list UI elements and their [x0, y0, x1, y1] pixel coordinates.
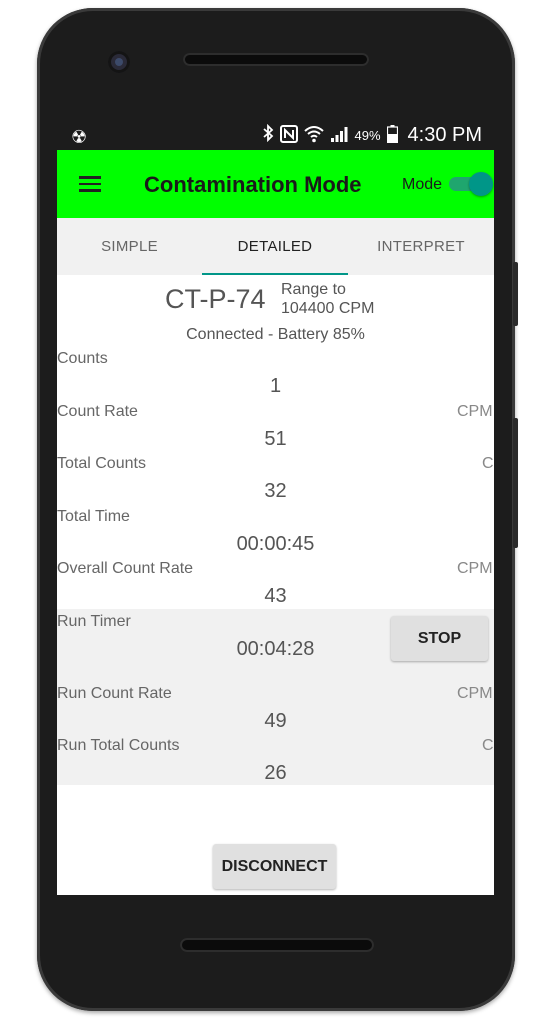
front-camera — [108, 51, 130, 73]
counts-value: 1 — [269, 375, 282, 397]
count-rate-value: 51 — [264, 428, 287, 450]
run-total-counts-unit: C — [482, 737, 494, 754]
bluetooth-icon — [262, 123, 274, 147]
selected-tab-indicator — [202, 273, 348, 275]
overall-count-rate-label: Overall Count Rate — [57, 560, 194, 577]
counts-label: Counts — [57, 350, 108, 367]
tab-interpret[interactable]: INTERPRET — [348, 218, 494, 275]
run-count-rate-unit: CPM — [457, 685, 493, 702]
radiation-icon: ☢ — [71, 127, 88, 147]
wifi-icon — [304, 125, 325, 146]
power-button — [513, 262, 518, 326]
run-count-rate-value: 49 — [264, 710, 287, 732]
run-total-counts-value: 26 — [264, 762, 287, 784]
signal-icon — [330, 125, 348, 146]
count-rate-label: Count Rate — [57, 403, 138, 420]
total-counts-label: Total Counts — [57, 455, 146, 472]
run-timer-label: Run Timer — [57, 613, 131, 630]
mode-toggle-thumb — [469, 172, 493, 196]
battery-percent: 49% — [354, 128, 381, 143]
count-rate-unit: CPM — [457, 403, 493, 420]
battery-icon — [386, 125, 398, 146]
tab-detailed[interactable]: DETAILED — [202, 218, 348, 275]
range-line-2: 104400 CPM — [281, 300, 375, 317]
status-bar: ☢ 49% 4:30 PM — [57, 120, 494, 150]
disconnect-button[interactable]: DISCONNECT — [213, 844, 336, 889]
overall-count-rate-value: 43 — [264, 585, 287, 607]
run-total-counts-label: Run Total Counts — [57, 737, 180, 754]
app-screen: Contamination Mode Mode SIMPLE DETAILED … — [57, 150, 494, 895]
mode-label: Mode — [402, 176, 443, 193]
app-bar: Contamination Mode Mode — [57, 150, 494, 218]
volume-button — [513, 418, 518, 548]
tab-bar: SIMPLE DETAILED INTERPRET — [57, 218, 494, 275]
stop-button[interactable]: STOP — [391, 616, 488, 661]
mode-toggle[interactable] — [447, 172, 494, 196]
earpiece-speaker — [183, 53, 369, 66]
total-counts-unit: C — [482, 455, 494, 472]
overall-count-rate-unit: CPM — [457, 560, 493, 577]
device-range: Range to 104400 CPM — [281, 280, 374, 318]
total-time-label: Total Time — [57, 508, 130, 525]
connection-status: Connected - Battery 85% — [186, 326, 365, 343]
total-counts-value: 32 — [264, 480, 287, 502]
clock: 4:30 PM — [407, 124, 482, 146]
hamburger-menu-icon[interactable] — [79, 176, 101, 192]
bottom-speaker — [180, 938, 374, 952]
device-name: CT-P-74 — [165, 284, 266, 314]
page-title: Contamination Mode — [144, 172, 362, 197]
range-line-1: Range to — [281, 281, 346, 298]
run-count-rate-label: Run Count Rate — [57, 685, 172, 702]
nfc-icon — [280, 125, 299, 146]
total-time-value: 00:00:45 — [236, 533, 315, 555]
tab-simple[interactable]: SIMPLE — [57, 218, 202, 275]
